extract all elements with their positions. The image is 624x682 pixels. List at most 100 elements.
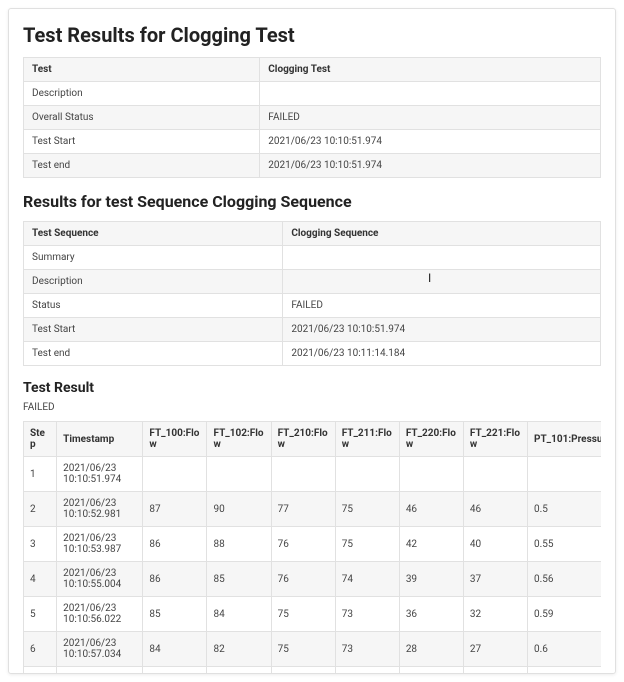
cell: 27 [463,632,527,667]
cell: 75 [271,632,335,667]
cell: 68.04 [335,667,399,675]
cell: 4 [24,562,57,597]
cell: 13.725 [399,667,463,675]
table-row: 62021/06/23 10:10:57.0348482757328270.60… [24,632,602,667]
cell: 73 [335,597,399,632]
cell: 0.6 [528,632,601,667]
sequence-meta-table: Test Sequence Clogging Sequence Summary … [23,221,601,366]
cell [335,457,399,492]
cell: 75 [271,597,335,632]
table-header-row: Test Clogging Test [24,58,601,82]
cell: 85 [143,597,207,632]
cell: 37 [463,562,527,597]
column-header: Step [24,422,57,457]
table-row: 32021/06/23 10:10:53.9878688767542400.55… [24,527,602,562]
cell: 75 [335,527,399,562]
cell: 0.59 [528,597,601,632]
table-row: Description [24,82,601,106]
test-meta-table: Test Clogging Test Description Overall S… [23,57,601,178]
cell [271,457,335,492]
cell: 82.26 [143,667,207,675]
cell: 6 [24,632,57,667]
cell: 84 [207,597,271,632]
meta2-h1: Clogging Sequence [283,222,601,246]
cell: 36 [399,597,463,632]
cell: 74 [335,562,399,597]
cell: 77 [271,492,335,527]
cell: 46 [463,492,527,527]
cell: 2021/06/23 10:10:52.981 [57,492,143,527]
report-card: Test Results for Clogging Test Test Clog… [8,8,616,674]
cell: 28 [399,632,463,667]
meta1-h0: Test [24,58,260,82]
cell: 82.8 [207,667,271,675]
table-row: 52021/06/23 10:10:56.0228584757336320.59… [24,597,602,632]
meta2-r4c0: Test end [24,342,283,366]
cell: 87 [143,492,207,527]
column-header: Timestamp [57,422,143,457]
page-title: Test Results for Clogging Test [23,23,601,47]
cell: 39 [399,562,463,597]
meta1-r0c0: Description [24,82,260,106]
meta1-r3c1: 2021/06/23 10:10:51.974 [260,154,601,178]
data-table-wrap: StepTimestampFT_100:FlowFT_102:FlowFT_21… [23,421,601,674]
table-row: Status FAILED [24,294,601,318]
table-row: 72021/06/23 10:10:58.04182.2682.868.7668… [24,667,602,675]
cell: 2 [24,492,57,527]
table-row: Overall Status FAILED [24,106,601,130]
table-row: Test end 2021/06/23 10:10:51.974 [24,154,601,178]
column-header: FT_100:Flow [143,422,207,457]
meta2-h0: Test Sequence [24,222,283,246]
cell: 68.76 [271,667,335,675]
cell: 2021/06/23 10:10:51.974 [57,457,143,492]
cell: 2021/06/23 10:10:58.041 [57,667,143,675]
column-header: FT_210:Flow [271,422,335,457]
cell: 76 [271,562,335,597]
meta2-r2c1: FAILED [283,294,601,318]
cell: 0.664 [528,667,601,675]
meta2-r3c1: 2021/06/23 10:10:51.974 [283,318,601,342]
cell: 46 [399,492,463,527]
cell: 88 [207,527,271,562]
cell: 86 [143,562,207,597]
cell: 82 [207,632,271,667]
meta1-r3c0: Test end [24,154,260,178]
text-cursor-icon: I [428,272,431,284]
meta2-r3c0: Test Start [24,318,283,342]
sequence-title: Results for test Sequence Clogging Seque… [23,192,601,211]
meta2-r4c1: 2021/06/23 10:11:14.184 [283,342,601,366]
table-header-row: StepTimestampFT_100:FlowFT_102:FlowFT_21… [24,422,602,457]
cell: 2021/06/23 10:10:53.987 [57,527,143,562]
cell: 75 [335,492,399,527]
cell [463,457,527,492]
cell: 3 [24,527,57,562]
table-row: 22021/06/23 10:10:52.9818790777546460.50… [24,492,602,527]
meta1-r2c0: Test Start [24,130,260,154]
cell: 2021/06/23 10:10:55.004 [57,562,143,597]
meta2-r1c0: Description [24,270,283,294]
meta1-r1c1: FAILED [260,106,601,130]
cell: 85 [207,562,271,597]
cell: 7 [24,667,57,675]
meta1-h1: Clogging Test [260,58,601,82]
cell: 76 [271,527,335,562]
cell: 2021/06/23 10:10:56.022 [57,597,143,632]
cell: 0.5 [528,492,601,527]
cell: 1 [24,457,57,492]
meta2-r0c1 [283,246,601,270]
meta1-r2c1: 2021/06/23 10:10:51.974 [260,130,601,154]
cell: 2021/06/23 10:10:57.034 [57,632,143,667]
meta2-r1c1 [283,270,601,294]
cell [207,457,271,492]
table-row: Test Start 2021/06/23 10:10:51.974 [24,130,601,154]
cell: 73 [335,632,399,667]
table-row: 12021/06/23 10:10:51.974 [24,457,602,492]
meta2-r2c0: Status [24,294,283,318]
meta1-r0c1 [260,82,601,106]
result-title: Test Result [23,380,601,396]
table-row: Description [24,270,601,294]
cell: 84 [143,632,207,667]
data-table: StepTimestampFT_100:FlowFT_102:FlowFT_21… [23,421,601,674]
cell: 86 [143,527,207,562]
cell: 5 [24,597,57,632]
